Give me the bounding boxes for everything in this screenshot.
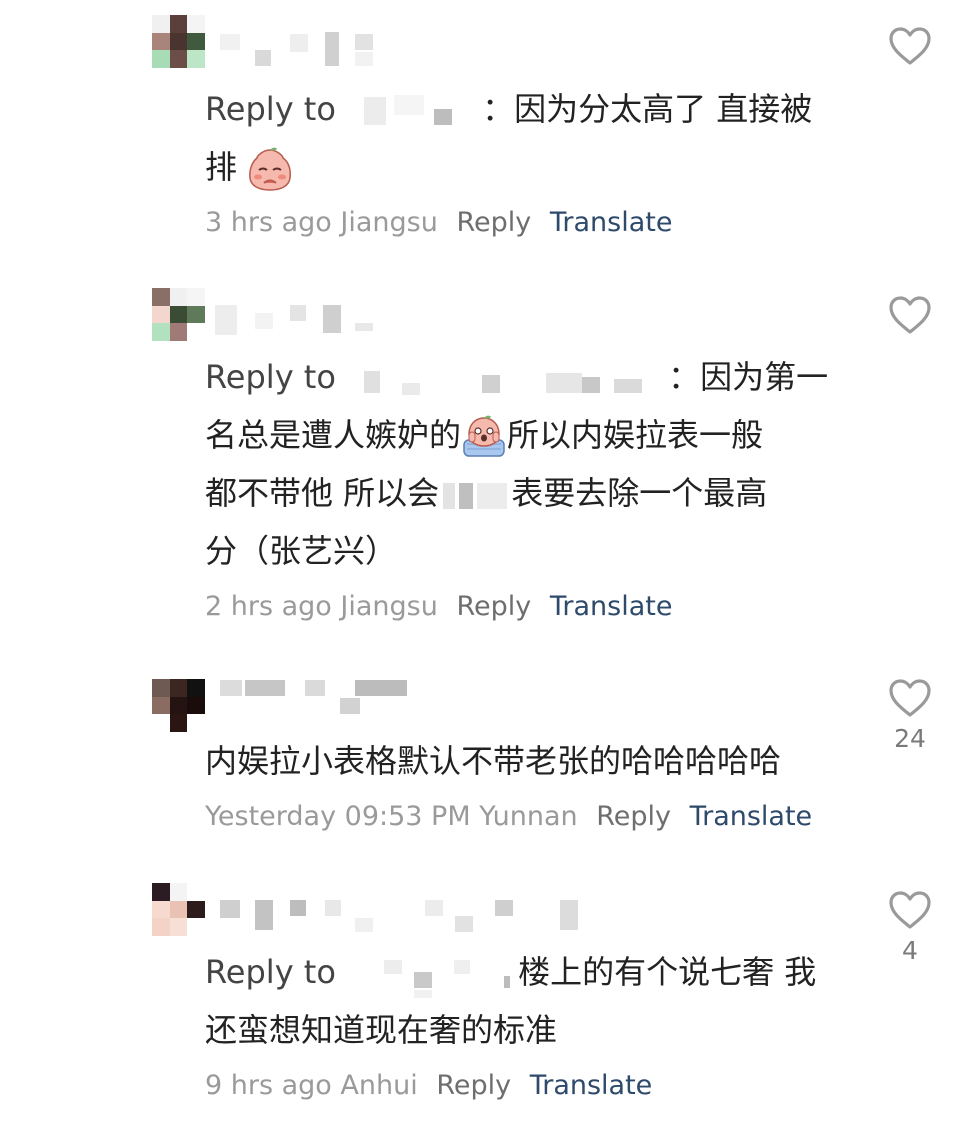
translate-button[interactable]: Translate bbox=[550, 207, 673, 238]
scared-peach-emoji bbox=[461, 414, 507, 460]
avatar[interactable] bbox=[152, 15, 205, 68]
comment-meta: 9 hrs ago Anhui Reply Translate bbox=[205, 1066, 652, 1106]
translate-button[interactable]: Translate bbox=[550, 591, 673, 622]
avatar[interactable] bbox=[152, 883, 205, 936]
mentioned-user-blurred[interactable] bbox=[364, 95, 474, 127]
comment-text: 内娱拉小表格默认不带老张的哈哈哈哈哈 bbox=[205, 732, 845, 790]
heart-outline-icon bbox=[889, 891, 931, 929]
comment-text-line: 都不带他 所以会 bbox=[205, 474, 440, 512]
like-count: 4 bbox=[902, 936, 918, 965]
comment-text-line-2: 还蛮想知道现在奢的标准 bbox=[205, 1001, 845, 1059]
like-button[interactable]: 4 bbox=[882, 890, 938, 966]
reply-to-label: Reply to bbox=[205, 358, 336, 396]
comment-text-line: 名总是遭人嫉妒的 bbox=[205, 416, 462, 454]
translate-button[interactable]: Translate bbox=[690, 801, 813, 832]
comment-text-line: 内娱拉小表格默认不带老张的哈哈哈哈哈 bbox=[205, 742, 782, 780]
mentioned-user-blurred[interactable] bbox=[364, 958, 514, 998]
location: Jiangsu bbox=[340, 591, 438, 622]
comment-text-line-4: 分（张艺兴） bbox=[205, 522, 845, 580]
translate-button[interactable]: Translate bbox=[530, 1070, 653, 1101]
username-blurred[interactable] bbox=[215, 680, 415, 716]
heart-outline-icon bbox=[889, 27, 931, 65]
reply-button[interactable]: Reply bbox=[456, 591, 531, 622]
location: Yunnan bbox=[479, 801, 578, 832]
comment-meta: 3 hrs ago Jiangsu Reply Translate bbox=[205, 203, 672, 243]
reply-button[interactable]: Reply bbox=[456, 207, 531, 238]
location: Jiangsu bbox=[340, 207, 438, 238]
like-button[interactable]: 24 bbox=[882, 678, 938, 754]
avatar[interactable] bbox=[152, 288, 205, 341]
location: Anhui bbox=[340, 1070, 418, 1101]
comment-text: Reply to ：因为第一 bbox=[205, 348, 845, 406]
timestamp: 2 hrs ago bbox=[205, 591, 332, 622]
comment-text-line: 表要去除一个最高 bbox=[511, 474, 768, 512]
like-button[interactable] bbox=[882, 26, 938, 72]
timestamp: 9 hrs ago bbox=[205, 1070, 332, 1101]
comment-text-line: 还蛮想知道现在奢的标准 bbox=[205, 1011, 558, 1049]
shy-peach-emoji bbox=[247, 146, 293, 192]
username-blurred[interactable] bbox=[215, 32, 385, 68]
comment-text-line: ：因为第一 bbox=[668, 358, 829, 396]
timestamp: 3 hrs ago bbox=[205, 207, 332, 238]
blurred-text bbox=[439, 479, 511, 511]
comment-text-line: 所以内娱拉表一般 bbox=[507, 416, 764, 454]
comment-meta: 2 hrs ago Jiangsu Reply Translate bbox=[205, 587, 672, 627]
avatar[interactable] bbox=[152, 679, 205, 732]
reply-button[interactable]: Reply bbox=[596, 801, 671, 832]
comment-text-line-2: 名总是遭人嫉妒的 所以内娱拉表一般 bbox=[205, 406, 845, 464]
reply-button[interactable]: Reply bbox=[436, 1070, 511, 1101]
like-button[interactable] bbox=[882, 295, 938, 341]
like-count: 24 bbox=[894, 724, 926, 753]
comment-meta: Yesterday 09:53 PM Yunnan Reply Translat… bbox=[205, 797, 812, 837]
heart-outline-icon bbox=[889, 679, 931, 717]
mentioned-user-blurred[interactable] bbox=[364, 363, 664, 395]
username-blurred[interactable] bbox=[215, 305, 385, 341]
comment-text: Reply to 楼上的有个说七奢 我 bbox=[205, 943, 845, 1001]
comment-text-line: 排 bbox=[205, 148, 238, 186]
reply-to-label: Reply to bbox=[205, 953, 336, 991]
comment-text-line: ：因为分太高了 直接被 bbox=[482, 90, 813, 128]
comment-text-line-2: 排 bbox=[205, 138, 845, 196]
comment-text-line-3: 都不带他 所以会 表要去除一个最高 bbox=[205, 464, 845, 522]
username-blurred[interactable] bbox=[215, 900, 585, 936]
comment-text-line: 分（张艺兴） bbox=[205, 532, 398, 570]
heart-outline-icon bbox=[889, 296, 931, 334]
timestamp: Yesterday 09:53 PM bbox=[205, 801, 471, 832]
comment-text: Reply to ：因为分太高了 直接被 bbox=[205, 80, 845, 138]
comment-text-line: 楼上的有个说七奢 我 bbox=[518, 953, 817, 991]
reply-to-label: Reply to bbox=[205, 90, 336, 128]
